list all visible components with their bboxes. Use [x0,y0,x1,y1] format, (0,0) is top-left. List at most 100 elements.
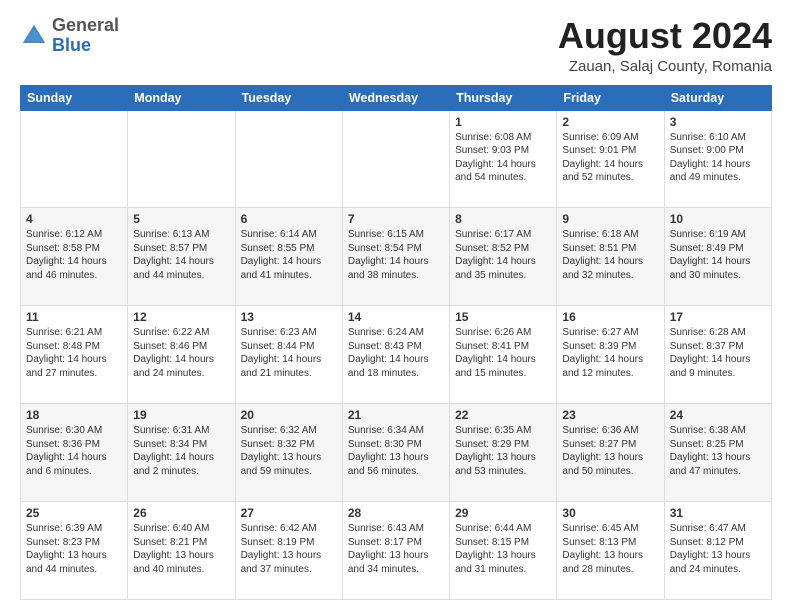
day-info: Sunrise: 6:34 AM Sunset: 8:30 PM Dayligh… [348,424,444,478]
day-info: Sunrise: 6:10 AM Sunset: 9:00 PM Dayligh… [670,131,766,185]
day-number: 6 [241,212,337,226]
calendar-cell: 15Sunrise: 6:26 AM Sunset: 8:41 PM Dayli… [450,306,557,404]
calendar-cell [128,110,235,208]
month-year: August 2024 [558,16,772,56]
day-info: Sunrise: 6:09 AM Sunset: 9:01 PM Dayligh… [562,131,658,185]
day-info: Sunrise: 6:12 AM Sunset: 8:58 PM Dayligh… [26,228,122,282]
day-number: 4 [26,212,122,226]
day-of-week-header: Saturday [664,85,771,110]
day-info: Sunrise: 6:28 AM Sunset: 8:37 PM Dayligh… [670,326,766,380]
day-number: 24 [670,408,766,422]
day-info: Sunrise: 6:19 AM Sunset: 8:49 PM Dayligh… [670,228,766,282]
day-info: Sunrise: 6:35 AM Sunset: 8:29 PM Dayligh… [455,424,551,478]
calendar-week-row: 25Sunrise: 6:39 AM Sunset: 8:23 PM Dayli… [21,502,772,600]
calendar-cell [342,110,449,208]
day-number: 23 [562,408,658,422]
calendar-cell: 30 Sunrise: 6:45 AM Sunset: 8:13 PM Dayli… [557,502,664,600]
day-number: 1 [455,115,551,129]
calendar-cell: 22 Sunrise: 6:35 AM Sunset: 8:29 PM Dayli… [450,404,557,502]
day-info: Sunrise: 6:32 AM Sunset: 8:32 PM Dayligh… [241,424,337,478]
day-info: Sunrise: 6:40 AM Sunset: 8:21 PM Dayligh… [133,522,229,576]
day-info: Sunrise: 6:39 AM Sunset: 8:23 PM Dayligh… [26,522,122,576]
calendar-week-row: 18Sunrise: 6:30 AM Sunset: 8:36 PM Dayli… [21,404,772,502]
day-number: 3 [670,115,766,129]
calendar-cell: 4 Sunrise: 6:12 AM Sunset: 8:58 PM Daylig… [21,208,128,306]
title-area: August 2024 Zauan, Salaj County, Romania [558,16,772,75]
calendar-cell: 21 Sunrise: 6:34 AM Sunset: 8:30 PM Dayli… [342,404,449,502]
day-info: Sunrise: 6:43 AM Sunset: 8:17 PM Dayligh… [348,522,444,576]
day-number: 2 [562,115,658,129]
day-number: 21 [348,408,444,422]
calendar-week-row: 4 Sunrise: 6:12 AM Sunset: 8:58 PM Daylig… [21,208,772,306]
day-number: 11 [26,310,122,324]
day-info: Sunrise: 6:21 AM Sunset: 8:48 PM Dayligh… [26,326,122,380]
location: Zauan, Salaj County, Romania [558,58,772,75]
day-number: 5 [133,212,229,226]
day-number: 10 [670,212,766,226]
day-number: 31 [670,506,766,520]
calendar-cell: 10 Sunrise: 6:19 AM Sunset: 8:49 PM Dayli… [664,208,771,306]
calendar-cell: 19 Sunrise: 6:31 AM Sunset: 8:34 PM Dayli… [128,404,235,502]
day-info: Sunrise: 6:15 AM Sunset: 8:54 PM Dayligh… [348,228,444,282]
calendar-header-row: SundayMondayTuesdayWednesdayThursdayFrid… [21,85,772,110]
day-info: Sunrise: 6:47 AM Sunset: 8:12 PM Dayligh… [670,522,766,576]
day-of-week-header: Sunday [21,85,128,110]
calendar-cell: 23 Sunrise: 6:36 AM Sunset: 8:27 PM Dayli… [557,404,664,502]
calendar-cell: 2 Sunrise: 6:09 AM Sunset: 9:01 PM Daylig… [557,110,664,208]
day-of-week-header: Thursday [450,85,557,110]
calendar-cell: 31 Sunrise: 6:47 AM Sunset: 8:12 PM Dayli… [664,502,771,600]
logo-icon [20,22,48,50]
calendar-cell: 13 Sunrise: 6:23 AM Sunset: 8:44 PM Dayli… [235,306,342,404]
day-info: Sunrise: 6:36 AM Sunset: 8:27 PM Dayligh… [562,424,658,478]
day-number: 12 [133,310,229,324]
day-info: Sunrise: 6:22 AM Sunset: 8:46 PM Dayligh… [133,326,229,380]
calendar-table: SundayMondayTuesdayWednesdayThursdayFrid… [20,85,772,600]
calendar-cell: 29 Sunrise: 6:44 AM Sunset: 8:15 PM Dayli… [450,502,557,600]
day-info: Sunrise: 6:08 AM Sunset: 9:03 PM Dayligh… [455,131,551,185]
day-number: 30 [562,506,658,520]
calendar-cell: 8 Sunrise: 6:17 AM Sunset: 8:52 PM Daylig… [450,208,557,306]
day-info: Sunrise: 6:13 AM Sunset: 8:57 PM Dayligh… [133,228,229,282]
day-number: 20 [241,408,337,422]
day-number: 26 [133,506,229,520]
calendar-cell: 5 Sunrise: 6:13 AM Sunset: 8:57 PM Daylig… [128,208,235,306]
calendar-cell: 20 Sunrise: 6:32 AM Sunset: 8:32 PM Dayli… [235,404,342,502]
calendar-cell: 17 Sunrise: 6:28 AM Sunset: 8:37 PM Dayli… [664,306,771,404]
logo-text: General Blue [52,16,119,56]
day-number: 17 [670,310,766,324]
calendar-week-row: 1 Sunrise: 6:08 AM Sunset: 9:03 PM Daylig… [21,110,772,208]
day-info: Sunrise: 6:23 AM Sunset: 8:44 PM Dayligh… [241,326,337,380]
calendar-cell: 16Sunrise: 6:27 AM Sunset: 8:39 PM Dayli… [557,306,664,404]
day-number: 13 [241,310,337,324]
day-info: Sunrise: 6:44 AM Sunset: 8:15 PM Dayligh… [455,522,551,576]
calendar-cell: 14 Sunrise: 6:24 AM Sunset: 8:43 PM Dayli… [342,306,449,404]
calendar-cell: 12 Sunrise: 6:22 AM Sunset: 8:46 PM Dayli… [128,306,235,404]
day-number: 18 [26,408,122,422]
day-number: 14 [348,310,444,324]
day-of-week-header: Friday [557,85,664,110]
calendar-week-row: 11 Sunrise: 6:21 AM Sunset: 8:48 PM Dayli… [21,306,772,404]
calendar-cell: 18Sunrise: 6:30 AM Sunset: 8:36 PM Dayli… [21,404,128,502]
day-number: 28 [348,506,444,520]
day-number: 19 [133,408,229,422]
day-number: 8 [455,212,551,226]
day-info: Sunrise: 6:27 AM Sunset: 8:39 PM Dayligh… [562,326,658,380]
day-info: Sunrise: 6:45 AM Sunset: 8:13 PM Dayligh… [562,522,658,576]
calendar-cell: 7Sunrise: 6:15 AM Sunset: 8:54 PM Daylig… [342,208,449,306]
day-info: Sunrise: 6:24 AM Sunset: 8:43 PM Dayligh… [348,326,444,380]
day-number: 29 [455,506,551,520]
day-number: 22 [455,408,551,422]
day-info: Sunrise: 6:31 AM Sunset: 8:34 PM Dayligh… [133,424,229,478]
calendar-cell: 9Sunrise: 6:18 AM Sunset: 8:51 PM Daylig… [557,208,664,306]
calendar-cell [235,110,342,208]
logo-blue: Blue [52,36,119,56]
logo: General Blue [20,16,119,56]
day-number: 15 [455,310,551,324]
calendar-cell: 27Sunrise: 6:42 AM Sunset: 8:19 PM Dayli… [235,502,342,600]
day-info: Sunrise: 6:42 AM Sunset: 8:19 PM Dayligh… [241,522,337,576]
calendar-cell: 24Sunrise: 6:38 AM Sunset: 8:25 PM Dayli… [664,404,771,502]
calendar-cell: 25Sunrise: 6:39 AM Sunset: 8:23 PM Dayli… [21,502,128,600]
calendar-cell: 6Sunrise: 6:14 AM Sunset: 8:55 PM Daylig… [235,208,342,306]
header: General Blue August 2024 Zauan, Salaj Co… [20,16,772,75]
day-info: Sunrise: 6:17 AM Sunset: 8:52 PM Dayligh… [455,228,551,282]
